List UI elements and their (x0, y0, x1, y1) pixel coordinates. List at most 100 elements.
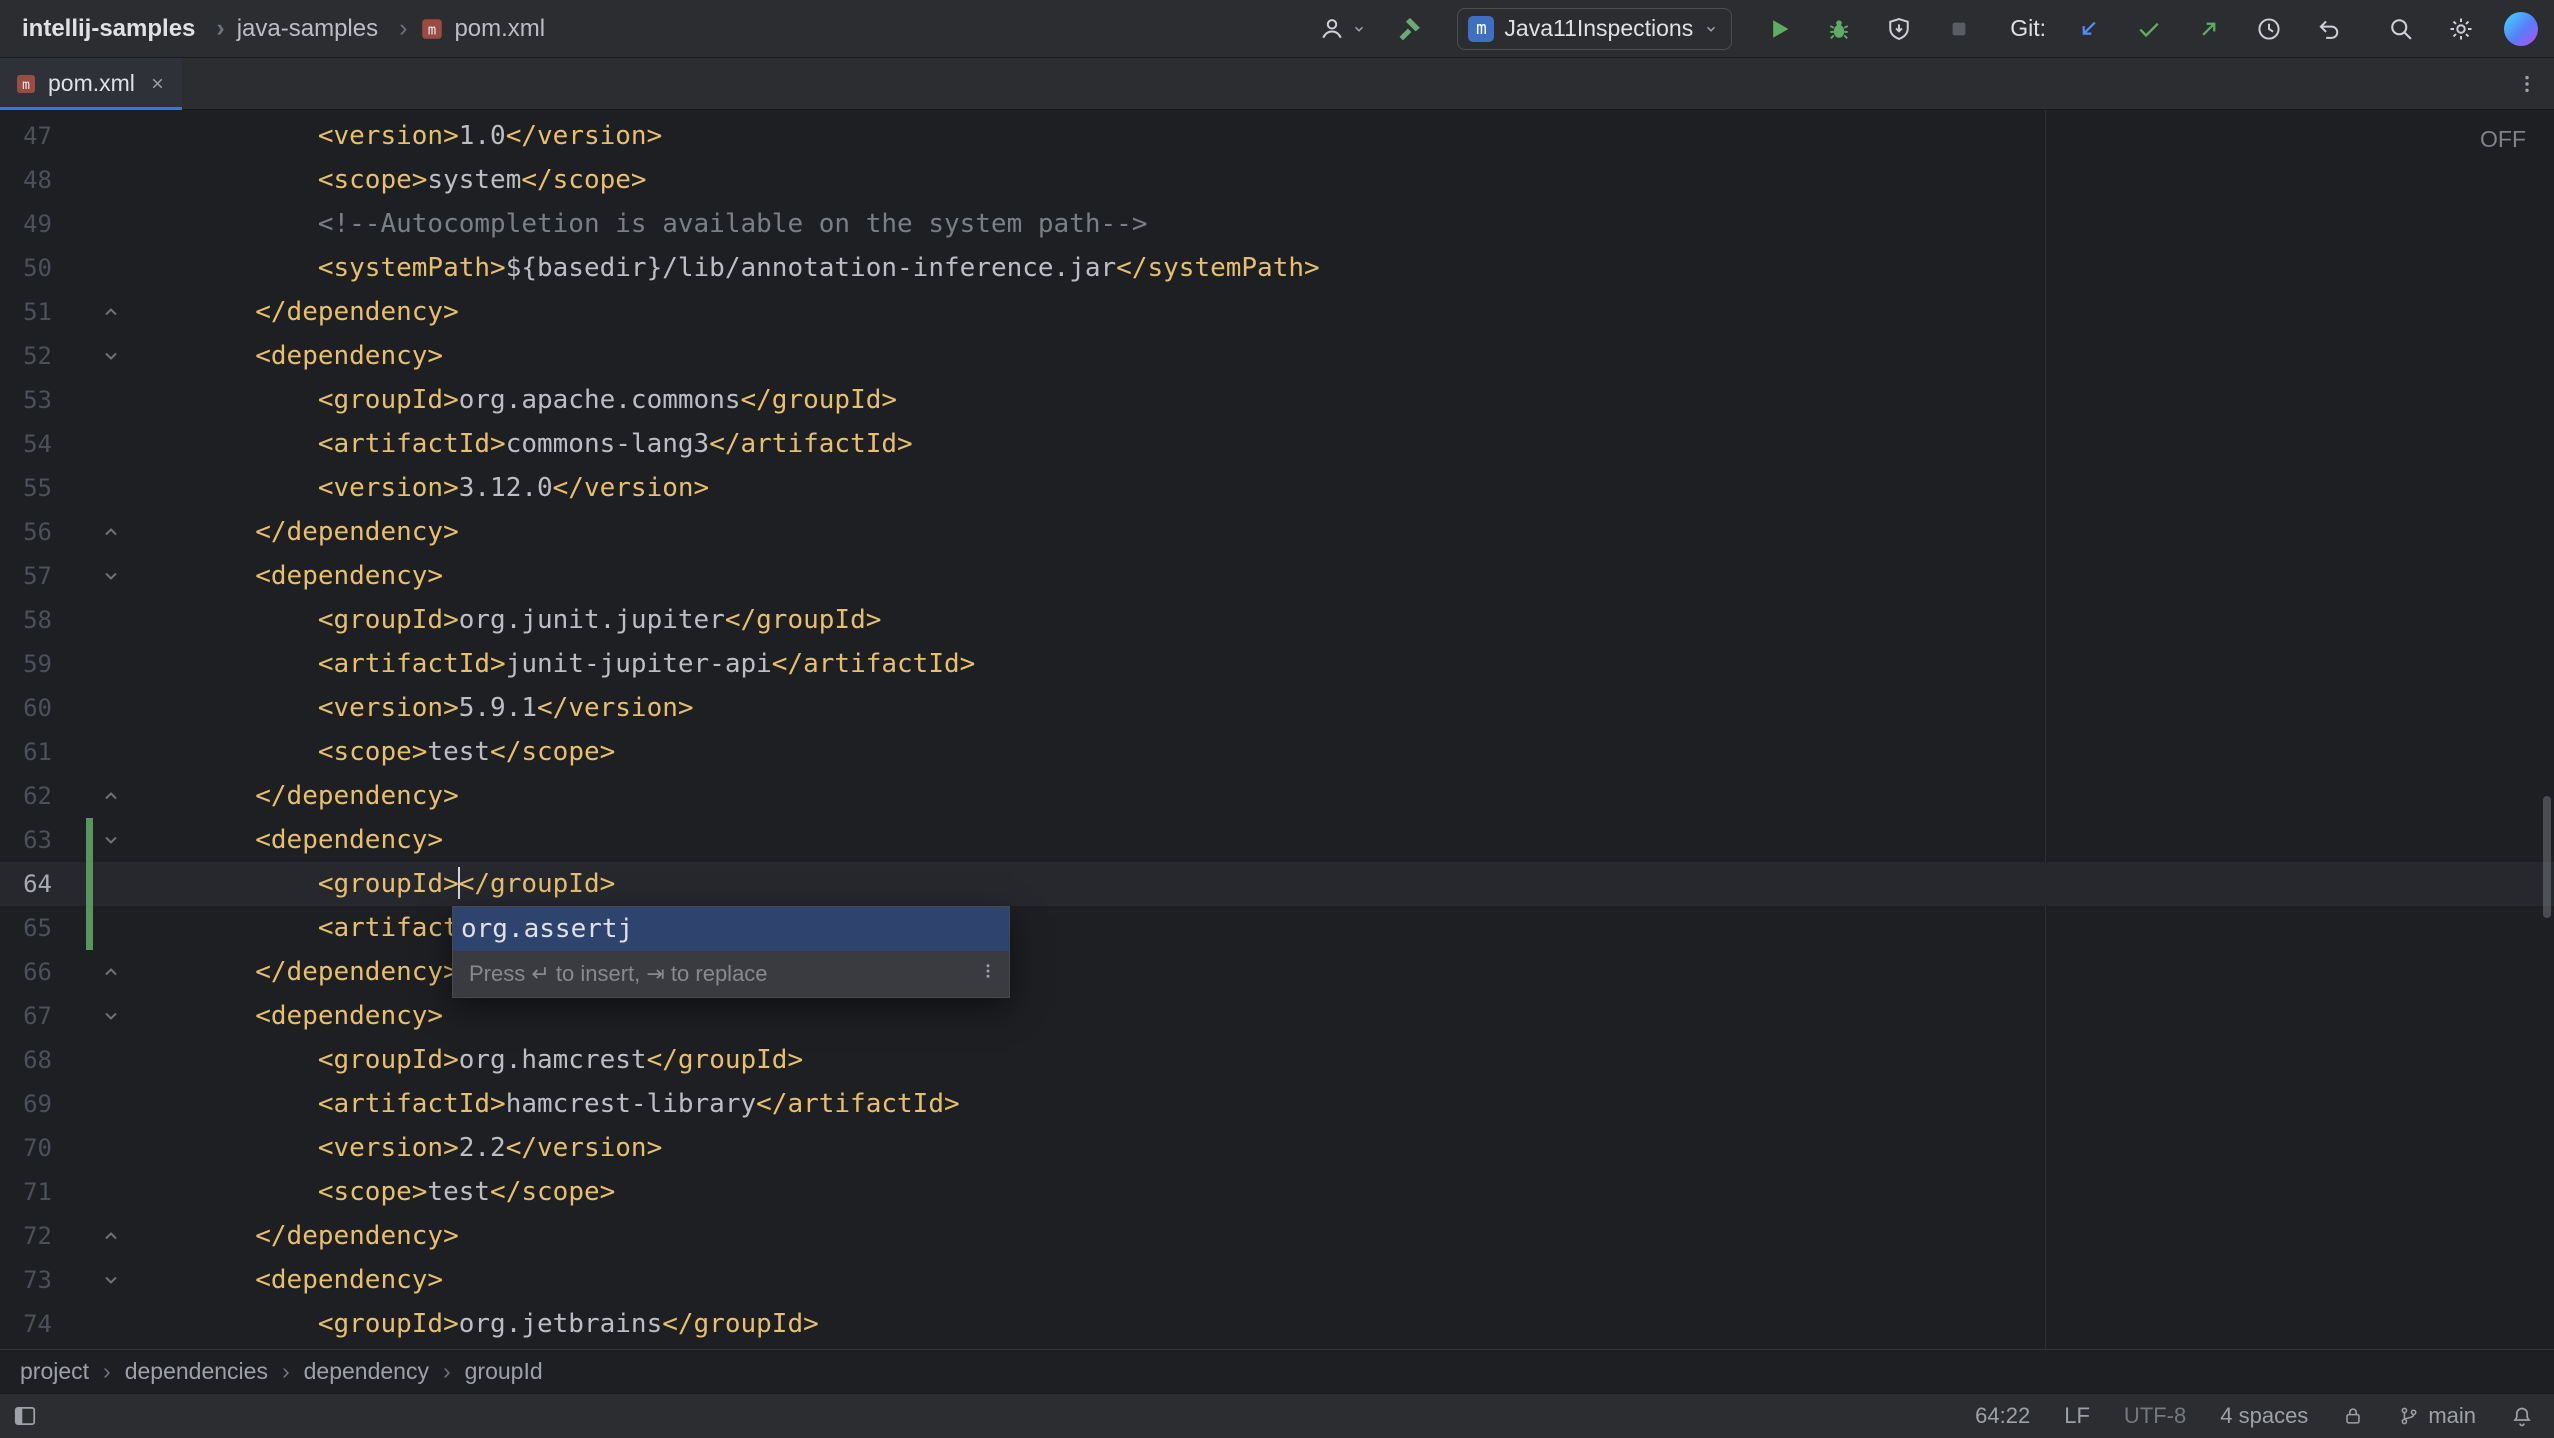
code-line-74[interactable]: 74 <groupId>org.jetbrains</groupId> (0, 1302, 2554, 1346)
line-number[interactable]: 72 (0, 1214, 52, 1258)
line-number[interactable]: 69 (0, 1082, 52, 1126)
line-number[interactable]: 64 (0, 862, 52, 906)
line-number[interactable]: 50 (0, 246, 52, 290)
indent-widget[interactable]: 4 spaces (2220, 1403, 2308, 1429)
line-number[interactable]: 58 (0, 598, 52, 642)
line-number[interactable]: 67 (0, 994, 52, 1038)
stop-button[interactable] (1942, 12, 1976, 46)
code-line-52[interactable]: 52 <dependency> (0, 334, 2554, 378)
completion-item-selected[interactable]: org.assertj (453, 907, 1009, 951)
fold-start-icon[interactable] (97, 1258, 125, 1302)
code-line-58[interactable]: 58 <groupId>org.junit.jupiter</groupId> (0, 598, 2554, 642)
code-line-50[interactable]: 50 <systemPath>${basedir}/lib/annotation… (0, 246, 2554, 290)
fold-start-icon[interactable] (97, 554, 125, 598)
inspection-highlight-widget[interactable]: OFF (2480, 126, 2526, 153)
line-number[interactable]: 48 (0, 158, 52, 202)
code-line-64[interactable]: 64 <groupId></groupId> (0, 862, 2554, 906)
line-number[interactable]: 59 (0, 642, 52, 686)
line-number[interactable]: 55 (0, 466, 52, 510)
line-number[interactable]: 71 (0, 1170, 52, 1214)
caret-position-widget[interactable]: 64:22 (1975, 1403, 2030, 1429)
code-line-62[interactable]: 62 </dependency> (0, 774, 2554, 818)
profile-avatar[interactable] (2504, 12, 2538, 46)
code-line-65[interactable]: 65 <artifactId></artifactId> (0, 906, 2554, 950)
code-line-71[interactable]: 71 <scope>test</scope> (0, 1170, 2554, 1214)
line-separator-widget[interactable]: LF (2064, 1403, 2090, 1429)
code-line-67[interactable]: 67 <dependency> (0, 994, 2554, 1038)
code-line-60[interactable]: 60 <version>5.9.1</version> (0, 686, 2554, 730)
code-line-70[interactable]: 70 <version>2.2</version> (0, 1126, 2554, 1170)
line-number[interactable]: 47 (0, 114, 52, 158)
editor-pane[interactable]: 47 <version>1.0</version>48 <scope>syste… (0, 110, 2554, 1349)
code-line-47[interactable]: 47 <version>1.0</version> (0, 114, 2554, 158)
code-line-51[interactable]: 51 </dependency> (0, 290, 2554, 334)
code-line-69[interactable]: 69 <artifactId>hamcrest-library</artifac… (0, 1082, 2554, 1126)
line-number[interactable]: 63 (0, 818, 52, 862)
line-number[interactable]: 73 (0, 1258, 52, 1302)
line-number[interactable]: 65 (0, 906, 52, 950)
lock-icon[interactable] (2342, 1405, 2364, 1427)
code-with-me-button[interactable] (1315, 12, 1367, 46)
line-number[interactable]: 52 (0, 334, 52, 378)
code-line-63[interactable]: 63 <dependency> (0, 818, 2554, 862)
breadcrumb-item[interactable]: groupId (465, 1358, 543, 1385)
fold-start-icon[interactable] (97, 994, 125, 1038)
code-line-55[interactable]: 55 <version>3.12.0</version> (0, 466, 2554, 510)
line-number[interactable]: 74 (0, 1302, 52, 1346)
code-line-66[interactable]: 66 </dependency> (0, 950, 2554, 994)
history-button[interactable] (2252, 12, 2286, 46)
breadcrumb-item[interactable]: dependency (304, 1358, 465, 1385)
line-number[interactable]: 53 (0, 378, 52, 422)
fold-end-icon[interactable] (97, 774, 125, 818)
fold-start-icon[interactable] (97, 334, 125, 378)
settings-gear-icon[interactable] (2444, 12, 2478, 46)
rollback-button[interactable] (2312, 12, 2346, 46)
notifications-bell-icon[interactable] (2510, 1404, 2534, 1428)
line-number[interactable]: 62 (0, 774, 52, 818)
completion-options-kebab-icon[interactable] (979, 960, 997, 988)
breadcrumb-file[interactable]: m pom.xml (419, 15, 545, 43)
close-tab-icon[interactable] (149, 75, 166, 92)
build-hammer-icon[interactable] (1393, 12, 1427, 46)
fold-end-icon[interactable] (97, 950, 125, 994)
run-button[interactable] (1762, 12, 1796, 46)
git-push-button[interactable] (2192, 12, 2226, 46)
code-line-54[interactable]: 54 <artifactId>commons-lang3</artifactId… (0, 422, 2554, 466)
debug-button[interactable] (1822, 12, 1856, 46)
line-number[interactable]: 66 (0, 950, 52, 994)
fold-start-icon[interactable] (97, 818, 125, 862)
code-line-49[interactable]: 49 <!--Autocompletion is available on th… (0, 202, 2554, 246)
code-line-48[interactable]: 48 <scope>system</scope> (0, 158, 2554, 202)
code-line-57[interactable]: 57 <dependency> (0, 554, 2554, 598)
line-number[interactable]: 54 (0, 422, 52, 466)
line-number[interactable]: 70 (0, 1126, 52, 1170)
fold-end-icon[interactable] (97, 510, 125, 554)
tool-window-layout-icon[interactable] (12, 1403, 38, 1429)
code-line-73[interactable]: 73 <dependency> (0, 1258, 2554, 1302)
code-line-53[interactable]: 53 <groupId>org.apache.commons</groupId> (0, 378, 2554, 422)
line-number[interactable]: 60 (0, 686, 52, 730)
vertical-scrollbar-thumb[interactable] (2543, 796, 2551, 918)
code-line-59[interactable]: 59 <artifactId>junit-jupiter-api</artifa… (0, 642, 2554, 686)
line-number[interactable]: 61 (0, 730, 52, 774)
breadcrumb-item[interactable]: project (20, 1358, 125, 1385)
encoding-widget[interactable]: UTF-8 (2124, 1403, 2186, 1429)
tab-options-kebab-icon[interactable] (2516, 71, 2554, 97)
search-everywhere-button[interactable] (2384, 12, 2418, 46)
line-number[interactable]: 49 (0, 202, 52, 246)
git-commit-button[interactable] (2132, 12, 2166, 46)
line-number[interactable]: 57 (0, 554, 52, 598)
line-number[interactable]: 56 (0, 510, 52, 554)
code-line-72[interactable]: 72 </dependency> (0, 1214, 2554, 1258)
breadcrumb-project[interactable]: intellij-samples (22, 14, 225, 43)
tab-pom-xml[interactable]: m pom.xml (0, 58, 182, 110)
breadcrumb-item[interactable]: dependencies (125, 1358, 304, 1385)
line-number[interactable]: 51 (0, 290, 52, 334)
code-line-56[interactable]: 56 </dependency> (0, 510, 2554, 554)
run-configuration-select[interactable]: m Java11Inspections (1457, 8, 1732, 50)
code-line-68[interactable]: 68 <groupId>org.hamcrest</groupId> (0, 1038, 2554, 1082)
code-line-61[interactable]: 61 <scope>test</scope> (0, 730, 2554, 774)
breadcrumb-module[interactable]: java-samples (237, 14, 408, 43)
run-with-coverage-button[interactable] (1882, 12, 1916, 46)
git-branch-widget[interactable]: main (2398, 1403, 2476, 1429)
